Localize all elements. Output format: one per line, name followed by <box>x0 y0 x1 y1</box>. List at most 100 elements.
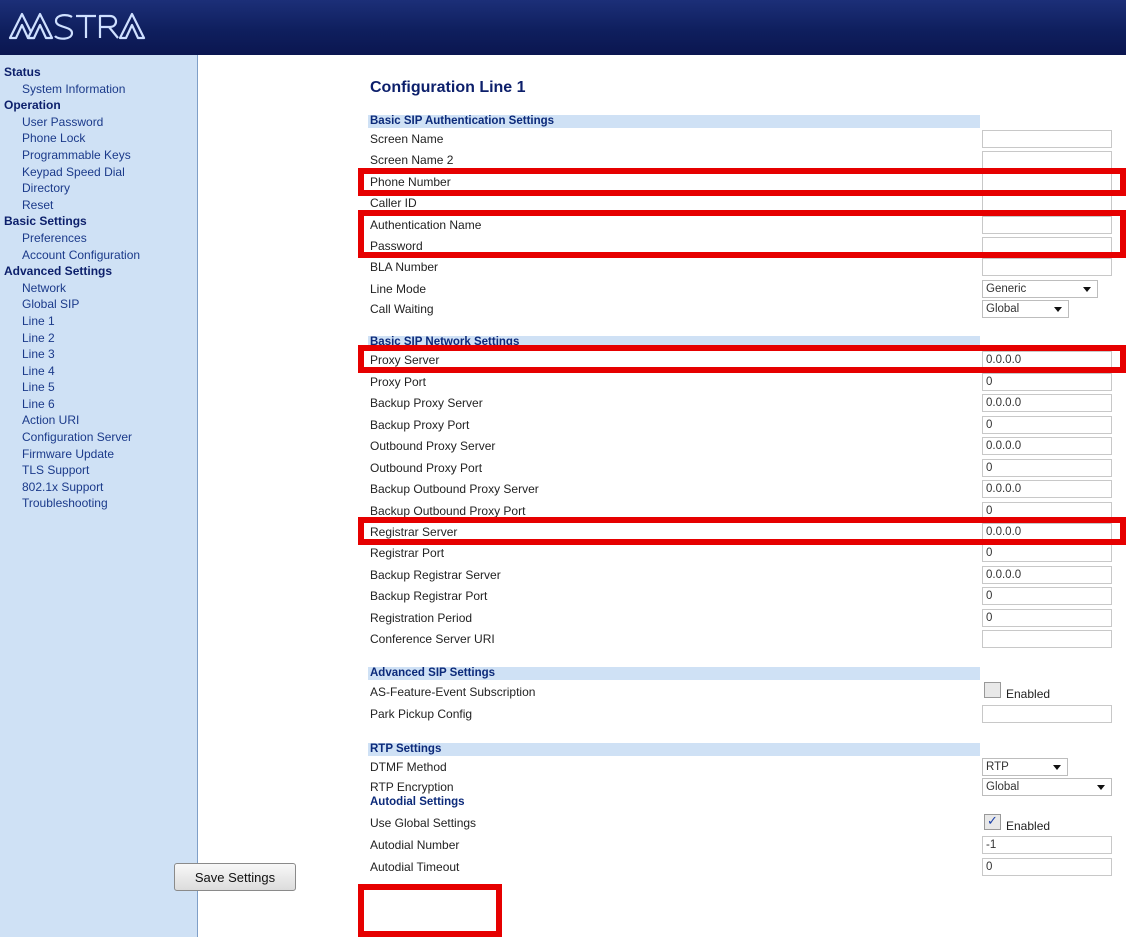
conference-server-uri-input[interactable] <box>982 630 1112 648</box>
backup-registrar-server-input[interactable]: 0.0.0.0 <box>982 566 1112 584</box>
nav-item-global-sip[interactable]: Global SIP <box>0 296 197 313</box>
line-mode-value: Generic <box>986 283 1027 295</box>
rtp-encryption-value: Global <box>986 781 1020 793</box>
bla-number-input[interactable] <box>982 258 1112 276</box>
nav-item-tls-support[interactable]: TLS Support <box>0 462 197 479</box>
as-feature-event-checkbox[interactable] <box>984 682 1001 698</box>
use-global-settings-enabled-label: Enabled <box>1006 819 1051 833</box>
label-registration-period: Registration Period <box>370 611 473 625</box>
nav-item-line-4[interactable]: Line 4 <box>0 363 197 380</box>
proxy-port-input[interactable]: 0 <box>982 373 1112 391</box>
nav-item-line-1[interactable]: Line 1 <box>0 313 197 330</box>
backup-registrar-port-input[interactable]: 0 <box>982 587 1112 605</box>
label-backup-registrar-server: Backup Registrar Server <box>370 568 501 582</box>
autodial-timeout-input[interactable]: 0 <box>982 858 1112 876</box>
label-conference-server-uri: Conference Server URI <box>370 632 495 646</box>
label-outbound-proxy-port: Outbound Proxy Port <box>370 461 483 475</box>
header-bar <box>0 0 1126 55</box>
highlight-phone-number <box>358 168 1126 196</box>
nav-item-configuration-server[interactable]: Configuration Server <box>0 429 197 446</box>
label-rtp-encryption: RTP Encryption <box>370 780 454 794</box>
nav-item-reset[interactable]: Reset <box>0 197 197 214</box>
nav-item-8021x-support[interactable]: 802.1x Support <box>0 479 197 496</box>
main-content: Configuration Line 1 Basic SIP Authentic… <box>198 55 1126 937</box>
autodial-number-input[interactable]: -1 <box>982 836 1112 854</box>
nav-item-system-information[interactable]: System Information <box>0 81 197 98</box>
dtmf-method-select[interactable]: RTP <box>982 758 1068 776</box>
backup-proxy-port-input[interactable]: 0 <box>982 416 1112 434</box>
registration-period-input[interactable]: 0 <box>982 609 1112 627</box>
registrar-port-input[interactable]: 0 <box>982 544 1112 562</box>
nav-item-troubleshooting[interactable]: Troubleshooting <box>0 495 197 512</box>
section-autodial: Autodial Settings <box>370 796 465 808</box>
nav-item-account-configuration[interactable]: Account Configuration <box>0 247 197 264</box>
save-settings-button[interactable]: Save Settings <box>174 863 296 891</box>
label-backup-outbound-proxy-port: Backup Outbound Proxy Port <box>370 504 526 518</box>
highlight-authentication <box>358 210 1126 258</box>
chevron-down-icon <box>1054 307 1062 312</box>
label-use-global-settings: Use Global Settings <box>370 816 477 830</box>
section-basic-sip-auth: Basic SIP Authentication Settings <box>368 115 980 128</box>
nav-item-line-6[interactable]: Line 6 <box>0 396 197 413</box>
label-backup-outbound-proxy-server: Backup Outbound Proxy Server <box>370 482 539 496</box>
page-title: Configuration Line 1 <box>370 79 526 96</box>
label-screen-name: Screen Name <box>370 132 444 146</box>
label-backup-proxy-port: Backup Proxy Port <box>370 418 470 432</box>
label-backup-registrar-port: Backup Registrar Port <box>370 589 488 603</box>
highlight-proxy-server <box>358 345 1126 373</box>
nav-item-phone-lock[interactable]: Phone Lock <box>0 130 197 147</box>
chevron-down-icon <box>1053 765 1061 770</box>
label-caller-id: Caller ID <box>370 196 417 210</box>
nav-item-directory[interactable]: Directory <box>0 180 197 197</box>
nav-group-advanced-settings: Advanced Settings <box>4 264 113 279</box>
section-advanced-sip: Advanced SIP Settings <box>368 667 980 680</box>
park-pickup-config-input[interactable] <box>982 705 1112 723</box>
backup-proxy-server-input[interactable]: 0.0.0.0 <box>982 394 1112 412</box>
dtmf-method-value: RTP <box>986 761 1009 773</box>
nav-item-line-3[interactable]: Line 3 <box>0 346 197 363</box>
label-screen-name-2: Screen Name 2 <box>370 153 454 167</box>
nav-item-line-5[interactable]: Line 5 <box>0 379 197 396</box>
screen-name-2-input[interactable] <box>982 151 1112 169</box>
backup-outbound-proxy-server-input[interactable]: 0.0.0.0 <box>982 480 1112 498</box>
use-global-settings-checkbox[interactable] <box>984 813 1001 830</box>
aastra-logo <box>8 12 146 40</box>
nav-item-user-password[interactable]: User Password <box>0 114 197 131</box>
highlight-save-button <box>358 884 502 937</box>
label-autodial-number: Autodial Number <box>370 838 460 852</box>
nav-item-programmable-keys[interactable]: Programmable Keys <box>0 147 197 164</box>
screen-name-input[interactable] <box>982 130 1112 148</box>
label-call-waiting: Call Waiting <box>370 302 434 316</box>
outbound-proxy-port-input[interactable]: 0 <box>982 459 1112 477</box>
label-autodial-timeout: Autodial Timeout <box>370 860 460 874</box>
nav-item-preferences[interactable]: Preferences <box>0 230 197 247</box>
chevron-down-icon <box>1097 785 1105 790</box>
outbound-proxy-server-input[interactable]: 0.0.0.0 <box>982 437 1112 455</box>
label-outbound-proxy-server: Outbound Proxy Server <box>370 439 496 453</box>
chevron-down-icon <box>1083 287 1091 292</box>
label-line-mode: Line Mode <box>370 282 427 296</box>
as-feature-event-enabled-label: Enabled <box>1006 687 1051 701</box>
nav-item-network[interactable]: Network <box>0 280 197 297</box>
label-as-feature-event: AS-Feature-Event Subscription <box>370 685 536 699</box>
label-dtmf-method: DTMF Method <box>370 760 447 774</box>
nav-item-firmware-update[interactable]: Firmware Update <box>0 446 197 463</box>
label-registrar-port: Registrar Port <box>370 546 445 560</box>
rtp-encryption-select[interactable]: Global <box>982 778 1112 796</box>
call-waiting-select[interactable]: Global <box>982 300 1069 318</box>
label-proxy-port: Proxy Port <box>370 375 427 389</box>
nav-item-keypad-speed-dial[interactable]: Keypad Speed Dial <box>0 164 197 181</box>
nav-item-action-uri[interactable]: Action URI <box>0 412 197 429</box>
nav-group-operation: Operation <box>4 98 61 113</box>
highlight-registrar-server <box>358 517 1126 545</box>
nav-group-basic-settings: Basic Settings <box>4 214 87 229</box>
nav-item-line-2[interactable]: Line 2 <box>0 330 197 347</box>
call-waiting-value: Global <box>986 303 1020 315</box>
sidebar-nav: Status System Information Operation User… <box>0 55 198 937</box>
label-backup-proxy-server: Backup Proxy Server <box>370 396 483 410</box>
label-bla-number: BLA Number <box>370 260 439 274</box>
line-mode-select[interactable]: Generic <box>982 280 1098 298</box>
section-rtp: RTP Settings <box>368 743 980 756</box>
label-park-pickup-config: Park Pickup Config <box>370 707 473 721</box>
nav-group-status: Status <box>4 65 41 79</box>
